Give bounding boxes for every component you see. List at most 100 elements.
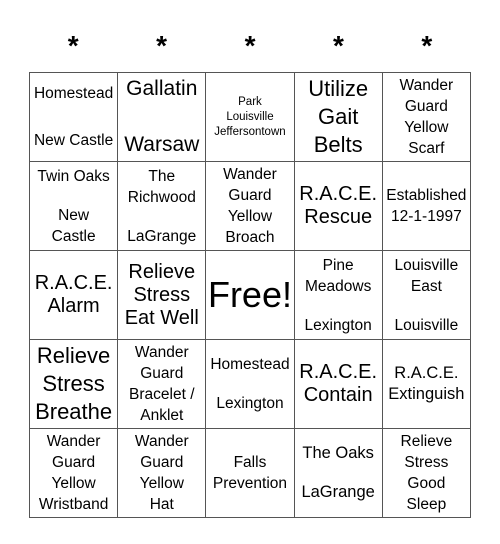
bingo-cell[interactable]: Wander Guard Yellow Broach [205,161,295,251]
cell-text-line: 12-1-1997 [391,208,462,225]
bingo-cell[interactable]: Falls Prevention [205,428,295,518]
cell-text-line: Yellow [227,208,273,225]
cell-text-line: Lexington [304,316,372,334]
cell-text-line: Stress [404,454,449,471]
header-column-5: * [421,30,433,61]
bingo-cell[interactable]: Homestead New Castle [28,72,119,162]
cell-text-line: Gait [317,104,359,129]
cell-text-line: R.A.C.E. [394,364,459,382]
bingo-cell-content: The Oaks LaGrange [295,430,381,517]
cell-text-line: Yellow [51,475,96,492]
bingo-cell[interactable]: The Oaks LaGrange [293,428,383,518]
header-column-3: * [244,30,256,61]
cell-text-line: Twin Oaks [37,167,110,185]
cell-text-line: Guard [52,454,96,471]
cell-text-line: Stress [42,371,105,396]
cell-text-line: Yellow [404,119,449,136]
bingo-cell[interactable]: The Richwood LaGrange [117,161,207,251]
cell-text-line: Prevention [212,475,288,492]
bingo-row: Relieve Stress Breathe Wander Guard Bracelet … [28,339,472,429]
bingo-cell[interactable]: Twin Oaks New Castle [28,161,119,251]
cell-text-line: Homestead [210,356,290,373]
cell-text-line: Lexington [216,395,284,412]
header-column-1: * [67,30,79,61]
cell-text-line: Relieve [36,343,111,368]
cell-text-line: Meadows [304,277,372,295]
bingo-cell-content: Homestead Lexington [207,341,293,428]
bingo-cell[interactable]: Louisville East Louisville [381,250,472,340]
bingo-cell-content: Falls Prevention [207,430,293,517]
bingo-cell[interactable]: Park Louisville Jeffersontown [205,72,295,162]
bingo-cell[interactable]: Utilize Gait Belts [293,72,383,162]
bingo-row: Wander Guard Yellow Wristband Wander Guard Yel… [28,428,472,518]
bingo-cell-content: Twin Oaks New Castle [31,163,117,250]
cell-text-line: Falls [233,454,267,471]
bingo-cell[interactable]: Pine Meadows Lexington [293,250,383,340]
bingo-card: Homestead New Castle Gallatin Warsaw Park Lou… [28,72,472,518]
bingo-cell-content: Relieve Stress Eat Well [119,252,205,339]
bingo-cell[interactable]: Wander Guard Yellow Wristband [28,428,119,518]
bingo-cell[interactable]: R.A.C.E. Extinguish [381,339,472,429]
cell-text-line: Broach [225,229,275,246]
bingo-cell[interactable]: Homestead Lexington [205,339,295,429]
bingo-cell[interactable]: R.A.C.E. Alarm [28,250,119,340]
bingo-cell-content: Relieve Stress Good Sleep [383,430,469,517]
bingo-cell[interactable]: Free! [205,250,295,340]
bingo-cell[interactable]: Wander Guard Yellow Hat [117,428,207,518]
cell-text-line: Wander [399,77,454,94]
cell-text-line: Wander [223,166,277,183]
cell-text-line: Jeffersontown [214,125,286,138]
cell-text-line: Extinguish [388,385,465,403]
cell-text-line: Yellow [139,475,184,492]
cell-text-line: R.A.C.E. [34,272,113,294]
cell-text-line: Richwood [127,188,196,206]
bingo-cell[interactable]: Relieve Stress Breathe [28,339,119,429]
bingo-cell-content: Gallatin Warsaw [119,74,205,161]
bingo-cell-content: R.A.C.E. Contain [295,341,381,428]
cell-text-line: LaGrange [127,227,197,245]
cell-text-line: Contain [303,384,373,406]
cell-text-line: Rescue [304,206,373,228]
cell-text-line: Pine [322,256,354,274]
cell-text-line: East [410,277,442,295]
bingo-cell-content: R.A.C.E. Alarm [31,252,117,339]
bingo-row: Homestead New Castle Gallatin Warsaw Park Lou… [28,72,472,162]
cell-text-line: R.A.C.E. [299,361,378,383]
bingo-cell[interactable]: Relieve Stress Eat Well [117,250,207,340]
bingo-cell[interactable]: Wander Guard Yellow Scarf [381,72,472,162]
cell-text-line: Louisville [394,316,459,334]
cell-text-line: The Oaks [302,444,374,462]
cell-text-line: The [148,167,176,185]
cell-text-line: Gallatin [126,77,198,100]
cell-text-line: Anklet [140,407,184,424]
cell-text-line: Alarm [47,295,100,317]
cell-text-line: Breathe [35,399,113,424]
cell-text-line: Established [386,187,467,204]
bingo-cell[interactable]: R.A.C.E. Contain [293,339,383,429]
cell-text-line: Relieve [128,260,196,283]
bingo-cell[interactable]: Relieve Stress Good Sleep [381,428,472,518]
bingo-cell-content: Wander Guard Yellow Scarf [383,74,469,161]
cell-text-line: Bracelet / [129,386,195,403]
cell-text-line: Warsaw [124,133,200,156]
bingo-cell[interactable]: Established 12-1-1997 [381,161,472,251]
bingo-cell[interactable]: Gallatin Warsaw [117,72,207,162]
cell-text-line: New [58,206,90,224]
cell-text-line: Belts [313,132,363,157]
cell-text-line: Castle [51,227,96,245]
cell-text-line: Hat [149,496,174,513]
header-column-4: * [332,30,344,61]
bingo-cell[interactable]: Wander Guard Bracelet / Anklet [117,339,207,429]
bingo-cell-content: R.A.C.E. Rescue [295,163,381,250]
bingo-cell-content: R.A.C.E. Extinguish [383,341,469,428]
bingo-cell-content: Established 12-1-1997 [383,163,469,250]
cell-text-line: Park [238,95,262,108]
bingo-row: Twin Oaks New Castle The Richwood LaGrange Wan… [28,161,472,251]
bingo-header: * * * * * [29,28,471,64]
bingo-cell[interactable]: R.A.C.E. Rescue [293,161,383,251]
cell-text-line: New Castle [33,132,114,149]
cell-text-line: Homestead [33,85,114,102]
cell-text-line: Guard [404,98,448,115]
cell-text-line: Louisville [394,256,459,274]
bingo-row: R.A.C.E. Alarm Relieve Stress Eat Well Free! P… [28,250,472,340]
